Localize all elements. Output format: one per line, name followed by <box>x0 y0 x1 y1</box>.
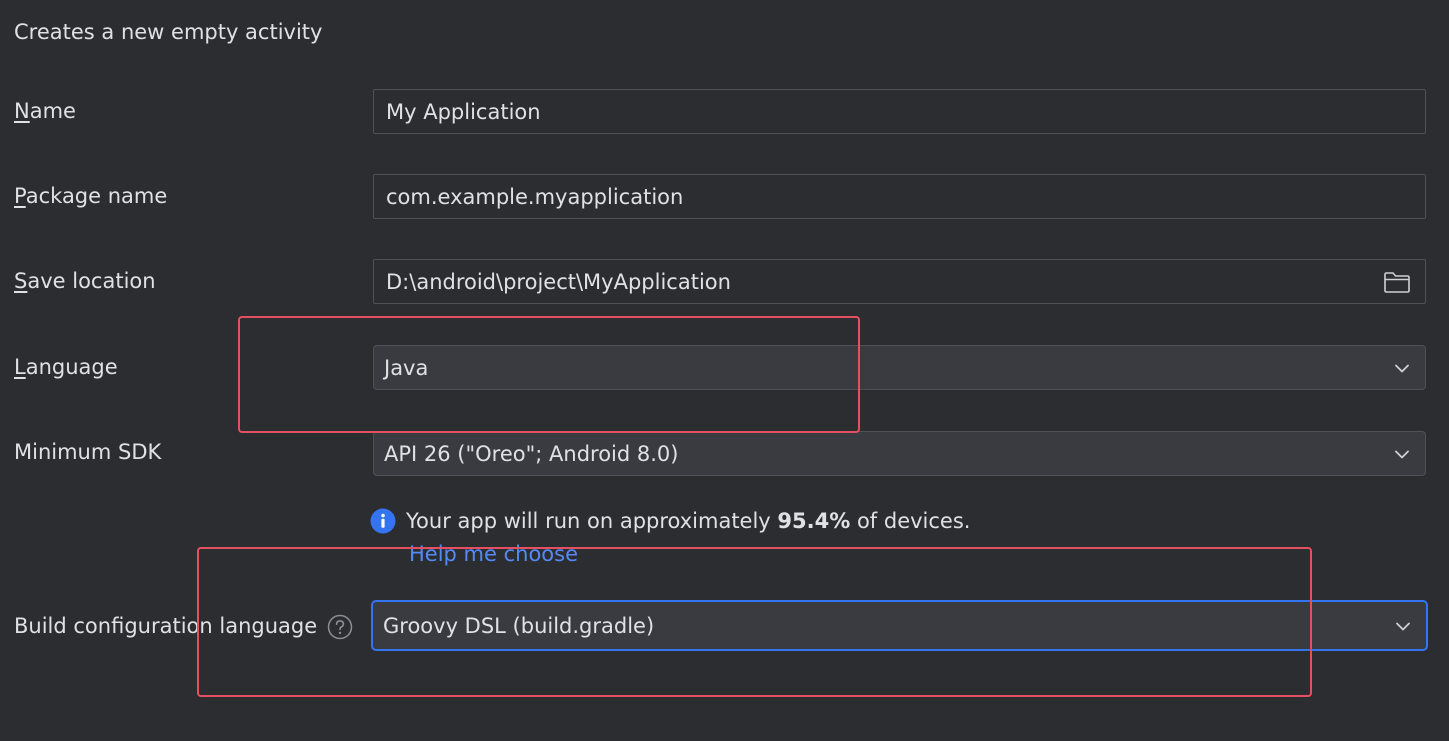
name-label-mnemonic: N <box>14 99 30 123</box>
package-label-mnemonic: P <box>14 184 26 208</box>
language-label-mnemonic: L <box>14 355 26 379</box>
info-icon <box>370 508 396 534</box>
save-location-value: D:\android\project\MyApplication <box>386 269 731 294</box>
build-config-label-text: Build configuration language <box>14 614 318 638</box>
name-field[interactable]: My Application <box>373 89 1426 134</box>
chevron-down-icon <box>1395 364 1409 372</box>
package-label: Package name <box>14 184 167 208</box>
sdk-coverage-prefix: Your app will run on approximately <box>406 509 778 533</box>
name-label-text: ame <box>29 99 76 123</box>
name-field-value: My Application <box>386 99 541 124</box>
min-sdk-selected: API 26 ("Oreo"; Android 8.0) <box>384 441 679 466</box>
package-name-value: com.example.myapplication <box>386 184 684 209</box>
question-icon[interactable] <box>327 614 353 640</box>
package-label-text: ackage name <box>25 184 168 208</box>
language-label: Language <box>14 355 118 379</box>
build-config-selected: Groovy DSL (build.gradle) <box>383 613 655 638</box>
template-description: Creates a new empty activity <box>14 20 323 44</box>
min-sdk-dropdown[interactable]: API 26 ("Oreo"; Android 8.0) <box>373 431 1426 476</box>
save-location-label: Save location <box>14 269 156 293</box>
sdk-coverage-percent: 95.4% <box>777 509 851 533</box>
save-location-field[interactable]: D:\android\project\MyApplication <box>373 259 1426 304</box>
sdk-coverage-suffix: of devices. <box>850 509 971 533</box>
min-sdk-label: Minimum SDK <box>14 440 162 464</box>
folder-icon[interactable] <box>1383 270 1411 294</box>
save-location-label-text: ave location <box>27 269 156 293</box>
help-me-choose-link[interactable]: Help me choose <box>409 542 578 566</box>
build-config-label: Build configuration language <box>14 614 353 640</box>
chevron-down-icon <box>1395 450 1409 458</box>
name-label: Name <box>14 99 76 123</box>
save-location-label-mnemonic: S <box>14 269 28 293</box>
language-selected: Java <box>384 355 429 380</box>
build-config-dropdown[interactable]: Groovy DSL (build.gradle) <box>371 600 1428 651</box>
package-name-field[interactable]: com.example.myapplication <box>373 174 1426 219</box>
sdk-coverage-info: Your app will run on approximately 95.4%… <box>370 508 970 534</box>
language-dropdown[interactable]: Java <box>373 345 1426 390</box>
chevron-down-icon <box>1396 622 1410 630</box>
language-label-text: anguage <box>25 355 118 379</box>
